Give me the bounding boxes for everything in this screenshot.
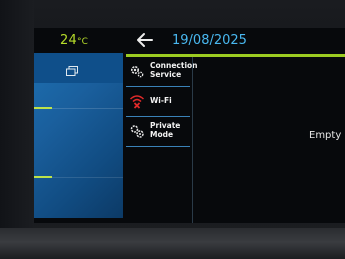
menu-item-label: Private: [150, 121, 181, 130]
bezel-bottom: [0, 228, 345, 259]
menu-item-label: Service: [150, 70, 182, 79]
bezel-left: [0, 0, 34, 259]
menu-item-connection-service[interactable]: Connection Service: [126, 57, 198, 87]
privacy-gear-icon: [129, 123, 145, 139]
wifi-off-icon: [129, 93, 145, 109]
windows-icon: [66, 61, 78, 76]
temperature-unit: °C: [76, 37, 89, 47]
back-arrow-icon[interactable]: [136, 32, 154, 48]
gear-icon: [129, 63, 145, 79]
menu-divider: [126, 146, 190, 147]
panel-marker: [34, 107, 52, 109]
temperature-value: 24: [60, 33, 77, 48]
date-display: 19/08/2025: [172, 33, 247, 48]
menu-item-wifi[interactable]: Wi-Fi: [126, 87, 190, 117]
temperature-display: 24°C: [60, 33, 88, 48]
menu-item-label: Mode: [150, 130, 174, 139]
status-bar: 24°C 19/08/2025: [34, 28, 345, 53]
column-separator: [192, 57, 193, 223]
menu-item-label: Connection: [150, 61, 198, 70]
menu-item-private-mode[interactable]: Private Mode: [126, 117, 190, 147]
infotainment-screen: 24°C 19/08/2025 Connection Service Wi-Fi…: [34, 28, 345, 223]
menu-item-label: Wi-Fi: [150, 96, 172, 105]
settings-menu: Connection Service Wi-Fi Private Mode: [126, 57, 198, 217]
left-panel-top-tile[interactable]: [34, 53, 123, 83]
empty-list-message: Empty l: [309, 130, 345, 141]
panel-marker: [34, 176, 52, 178]
left-panel: [34, 53, 123, 218]
